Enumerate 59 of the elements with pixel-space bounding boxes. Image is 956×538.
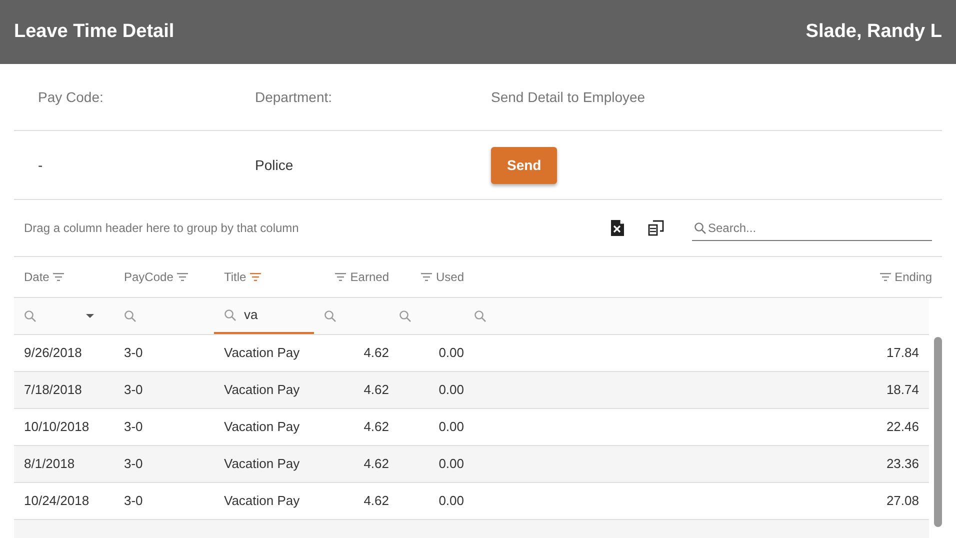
filter-icon[interactable] [177,273,188,281]
table-cell-text: 3-0 [123,381,144,400]
table-cell-text: Vacation Pay [223,418,301,436]
field-label: Department: [255,88,334,107]
table-cell-text: 0.00 [438,344,464,362]
group-hint: Drag a column header here to group by that column [24,220,300,237]
filter-icon[interactable] [250,273,262,281]
table-cell-text: 0.00 [438,455,464,474]
search-icon [694,222,706,234]
column-header[interactable]: PayCode [124,268,174,286]
table-cell-text: 7/18/2018 [23,381,83,400]
filter-cell-search-icon [224,309,236,321]
filter-value[interactable]: va [244,305,258,325]
column-header[interactable]: Date [24,268,50,286]
field-value: - [38,156,44,174]
column-header[interactable]: Ending [894,268,932,286]
table-cell-text: Vacation Pay [223,381,301,400]
table-cell-text: 0.00 [438,381,464,400]
table-cell-text: 8/1/2018 [23,455,76,474]
column-header[interactable]: Used [436,268,464,286]
table-cell-text: 10/24/2018 [23,492,90,510]
table-cell-text: 23.36 [885,455,919,474]
table-cell-text: 3-0 [123,492,144,510]
table-cell-text: Vacation Pay [223,455,301,474]
filter-icon[interactable] [420,273,432,281]
employee-name: Slade, Randy L [806,20,942,44]
table-cell-text: 10/10/2018 [23,418,90,436]
table-cell-text: 22.46 [885,418,919,436]
spreadsheet-export-icon[interactable] [611,220,624,236]
table-cell-text: 4.62 [362,381,389,400]
filter-icon[interactable] [880,273,891,281]
column-chooser-icon[interactable] [648,220,664,236]
table-cell-text: 18.74 [885,381,919,400]
table-cell-text: 4.62 [362,492,389,510]
table-cell-text: 17.84 [885,344,919,362]
table-cell-text: 0.00 [438,492,464,510]
page-title: Leave Time Detail [14,20,174,44]
table-cell-text: 4.62 [362,344,389,362]
table-cell-text: 9/26/2018 [23,344,83,362]
table-cell-text: 4.62 [362,418,389,436]
column-header[interactable]: Title [224,268,246,286]
field-label: Pay Code: [38,88,104,107]
scrollbar-thumb[interactable] [934,337,942,527]
table-cell-text: Vacation Pay [223,344,301,362]
table-cell-text: Vacation Pay [223,492,301,510]
table-cell-text: 0.00 [438,418,464,436]
field-label: Send Detail to Employee [491,88,646,107]
send-button[interactable]: Send [491,146,557,184]
column-header[interactable]: Earned [350,268,389,286]
field-value: Police [255,156,294,174]
table-cell-text: 3-0 [123,455,144,474]
table-cell-text: 27.08 [885,492,919,510]
table-cell-text: 3-0 [123,344,144,362]
table-cell-text: 3-0 [123,418,144,436]
search-field[interactable]: Search... [692,215,932,241]
table-cell-text: 4.62 [362,455,389,474]
filter-icon[interactable] [335,273,346,281]
filter-icon[interactable] [53,273,64,281]
caret-icon[interactable] [86,314,94,318]
